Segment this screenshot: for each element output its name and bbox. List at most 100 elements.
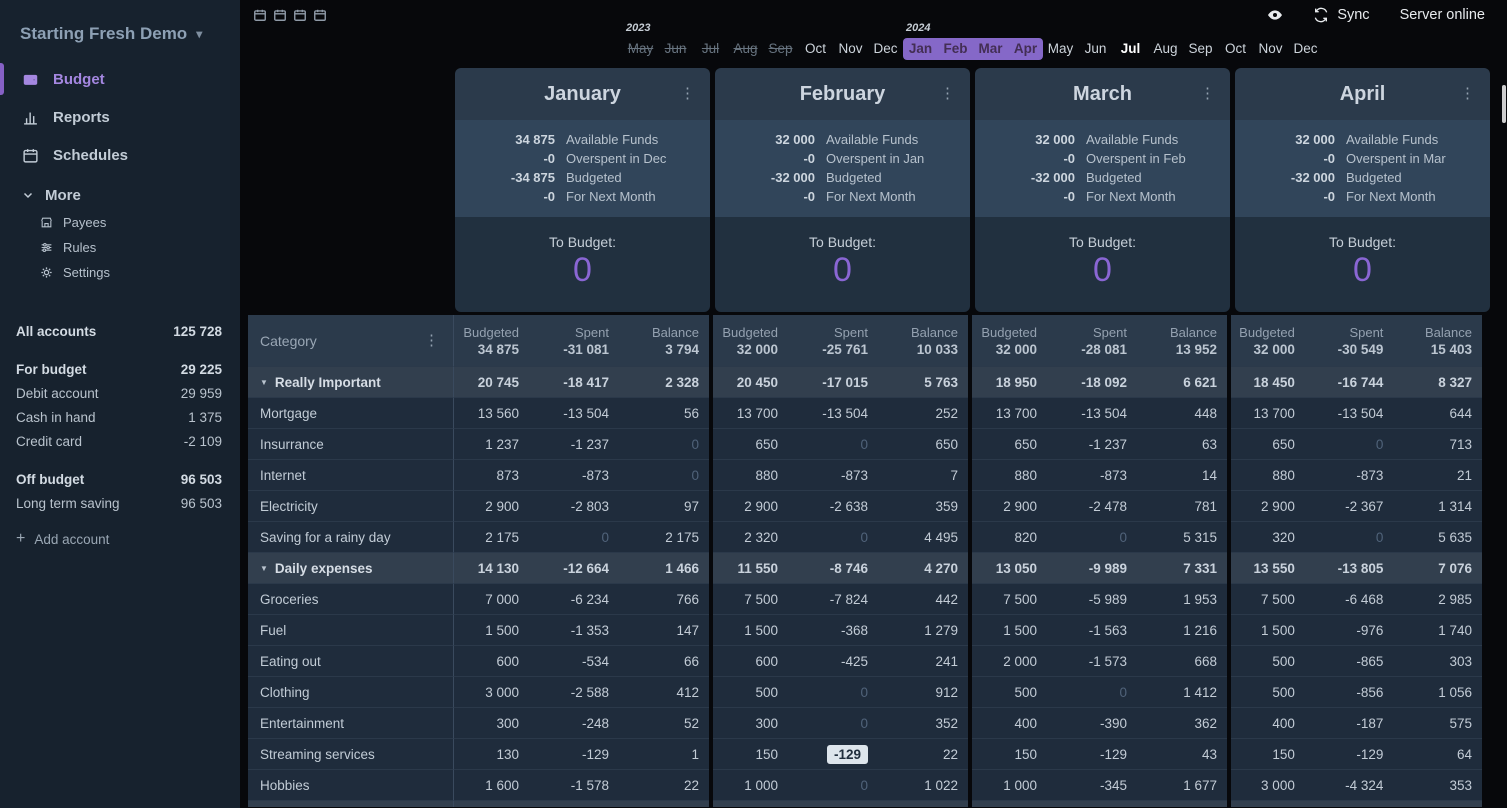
cell-balance[interactable]: 5 635 xyxy=(1393,522,1482,552)
cell-spent[interactable]: -8 746 xyxy=(788,553,878,583)
cell-spent[interactable]: 0 xyxy=(1047,522,1137,552)
cell-balance[interactable]: 22 xyxy=(878,739,968,769)
cell-budgeted[interactable]: 1 500 xyxy=(972,615,1047,645)
cell-budgeted[interactable]: 7 000 xyxy=(454,584,529,614)
cell-budgeted[interactable]: 13 550 xyxy=(1231,553,1305,583)
cell-spent[interactable]: -129 xyxy=(529,739,619,769)
cell-budgeted[interactable]: 150 xyxy=(1231,739,1305,769)
months-visible-button-2[interactable] xyxy=(273,8,287,25)
cell-spent[interactable]: -5 989 xyxy=(1047,584,1137,614)
cell-balance[interactable]: 5 315 xyxy=(1137,522,1227,552)
cell-budgeted[interactable]: 18 950 xyxy=(972,367,1047,397)
cell-budgeted[interactable]: 1 000 xyxy=(972,770,1047,800)
account-group-header[interactable]: Off budget96 503 xyxy=(0,467,240,491)
timeline-month[interactable]: Jul xyxy=(693,38,728,60)
cell-budgeted[interactable]: 500 xyxy=(713,677,788,707)
cell-spent[interactable]: -13 504 xyxy=(1305,398,1394,428)
cell-budgeted[interactable]: 7 500 xyxy=(972,584,1047,614)
months-visible-button-1[interactable] xyxy=(253,8,267,25)
cell-budgeted[interactable]: 500 xyxy=(972,677,1047,707)
cell-balance[interactable]: 64 xyxy=(1393,739,1482,769)
sidebar-item-schedules[interactable]: Schedules xyxy=(0,136,240,174)
cell-spent[interactable]: -12 664 xyxy=(529,553,619,583)
cell-spent[interactable]: -13 504 xyxy=(529,398,619,428)
timeline-month[interactable]: Jul xyxy=(1113,38,1148,60)
month-menu-icon[interactable]: ⋮ xyxy=(1460,86,1475,101)
cell-balance[interactable]: 1 466 xyxy=(619,553,709,583)
cell-budgeted[interactable]: 18 450 xyxy=(1231,367,1305,397)
timeline-month[interactable]: Sep xyxy=(1183,38,1218,60)
timeline-month[interactable]: Dec xyxy=(868,38,903,60)
cell-budgeted[interactable]: 1 500 xyxy=(454,615,529,645)
timeline-month[interactable]: Aug xyxy=(1148,38,1183,60)
cell-budgeted[interactable]: 2 175 xyxy=(454,522,529,552)
sidebar-item-reports[interactable]: Reports xyxy=(0,98,240,136)
timeline-month[interactable]: Mar xyxy=(973,38,1008,60)
cell-balance[interactable]: 22 xyxy=(619,770,709,800)
cell-spent[interactable]: -7 824 xyxy=(788,584,878,614)
cell-budgeted[interactable]: 300 xyxy=(454,708,529,738)
cell-spent[interactable]: -13 504 xyxy=(788,398,878,428)
cell-budgeted[interactable]: 11 550 xyxy=(713,553,788,583)
cell-spent[interactable]: 0 xyxy=(788,429,878,459)
cell-spent[interactable]: -9 989 xyxy=(1047,553,1137,583)
cell-spent[interactable]: -1 353 xyxy=(529,615,619,645)
account-row[interactable]: Debit account29 959 xyxy=(0,381,240,405)
cell-spent[interactable]: 0 xyxy=(529,522,619,552)
cell-budgeted[interactable]: 13 050 xyxy=(972,553,1047,583)
cell-budgeted[interactable]: 500 xyxy=(1231,677,1305,707)
cell-balance[interactable]: 1 xyxy=(619,739,709,769)
timeline-month[interactable]: May2023 xyxy=(623,38,658,60)
cell-budgeted[interactable]: 320 xyxy=(1231,522,1305,552)
cell-balance[interactable]: 4 270 xyxy=(878,553,968,583)
cell-balance[interactable]: 66 xyxy=(619,646,709,676)
cell-budgeted[interactable]: 1 237 xyxy=(454,429,529,459)
cell-spent[interactable]: -13 504 xyxy=(1047,398,1137,428)
cell-spent[interactable]: -6 468 xyxy=(1305,584,1394,614)
month-menu-icon[interactable]: ⋮ xyxy=(1200,86,1215,101)
cell-balance[interactable]: 2 175 xyxy=(619,522,709,552)
cell-spent[interactable]: -129 xyxy=(788,739,878,769)
cell-balance[interactable]: 766 xyxy=(619,584,709,614)
cell-balance[interactable]: 0 xyxy=(619,429,709,459)
cell-balance[interactable]: 252 xyxy=(878,398,968,428)
cell-spent[interactable]: -187 xyxy=(1305,708,1394,738)
cell-balance[interactable]: 43 xyxy=(1137,739,1227,769)
timeline-month[interactable]: Nov xyxy=(833,38,868,60)
months-visible-button-4[interactable] xyxy=(313,8,327,25)
category-name-cell[interactable]: Mortgage xyxy=(248,398,454,429)
sidebar-item-payees[interactable]: Payees xyxy=(0,210,240,235)
cell-budgeted[interactable]: 880 xyxy=(713,460,788,490)
to-budget-amount[interactable]: 0 xyxy=(455,250,710,291)
account-group-header[interactable]: For budget29 225 xyxy=(0,357,240,381)
account-row[interactable]: Cash in hand1 375 xyxy=(0,405,240,429)
cell-balance[interactable]: 442 xyxy=(878,584,968,614)
cell-budgeted[interactable]: 873 xyxy=(454,460,529,490)
cell-budgeted[interactable]: 13 700 xyxy=(1231,398,1305,428)
cell-budgeted[interactable]: 20 450 xyxy=(713,367,788,397)
cell-balance[interactable]: 21 xyxy=(1393,460,1482,490)
cell-spent[interactable]: -1 578 xyxy=(529,770,619,800)
cell-spent[interactable]: 0 xyxy=(788,677,878,707)
cell-spent[interactable]: 0 xyxy=(1305,522,1394,552)
cell-balance[interactable]: 359 xyxy=(878,491,968,521)
cell-budgeted[interactable]: 2 000 xyxy=(972,646,1047,676)
add-account-button[interactable]: + Add account xyxy=(0,531,240,547)
cell-spent[interactable]: -873 xyxy=(1047,460,1137,490)
cell-balance[interactable]: 147 xyxy=(619,615,709,645)
cell-budgeted[interactable]: 650 xyxy=(713,429,788,459)
category-name-cell[interactable]: Internet xyxy=(248,460,454,491)
cell-spent[interactable]: -368 xyxy=(788,615,878,645)
cell-balance[interactable]: 912 xyxy=(878,677,968,707)
cell-spent[interactable]: -856 xyxy=(1305,677,1394,707)
cell-budgeted[interactable]: 880 xyxy=(1231,460,1305,490)
cell-spent[interactable]: -390 xyxy=(1047,708,1137,738)
to-budget-amount[interactable]: 0 xyxy=(1235,250,1490,291)
cell-spent[interactable]: 0 xyxy=(788,708,878,738)
timeline-month[interactable]: Apr xyxy=(1008,38,1043,60)
cell-budgeted[interactable]: 150 xyxy=(972,739,1047,769)
cell-budgeted[interactable]: 13 700 xyxy=(713,398,788,428)
cell-spent[interactable]: -129 xyxy=(1305,739,1394,769)
cell-budgeted[interactable]: 400 xyxy=(1231,708,1305,738)
cell-balance[interactable]: 97 xyxy=(619,491,709,521)
